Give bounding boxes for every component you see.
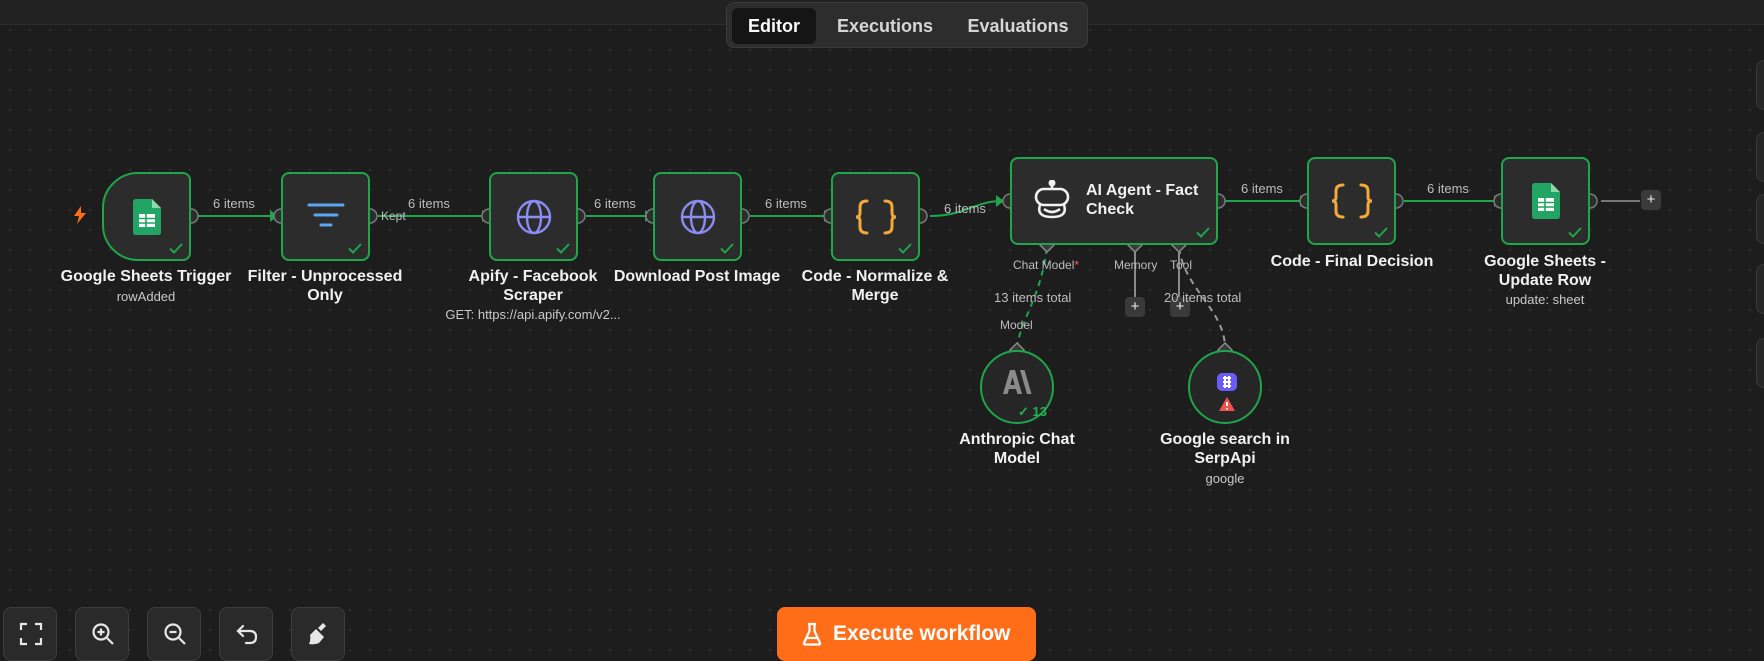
node-label: Apify - Facebook Scraper bbox=[468, 268, 598, 304]
success-check-icon bbox=[556, 243, 570, 254]
connections-layer bbox=[183, 193, 1640, 359]
node-label: Anthropic Chat Model bbox=[959, 431, 1075, 467]
edge-label: 6 items bbox=[944, 201, 986, 216]
anthropic-icon bbox=[1003, 370, 1032, 394]
node-subtitle: rowAdded bbox=[116, 289, 176, 304]
port-memory: Memory bbox=[1114, 258, 1158, 272]
zoom-in-button[interactable] bbox=[75, 607, 129, 661]
add-memory-button[interactable]: + bbox=[1125, 297, 1145, 317]
node-google-search-serpapi[interactable] bbox=[1188, 350, 1262, 424]
edge-label: 6 items bbox=[594, 196, 636, 211]
side-panel-handle[interactable] bbox=[1756, 132, 1764, 182]
node-subtitle: google bbox=[1205, 471, 1245, 486]
edge-label: 6 items bbox=[765, 196, 807, 211]
node-label: Download Post Image bbox=[613, 268, 781, 285]
node-apify-facebook-scraper[interactable] bbox=[489, 172, 578, 261]
code-braces-icon bbox=[855, 199, 896, 234]
fit-view-icon bbox=[19, 622, 43, 646]
node-label: Google Sheets - Update Row bbox=[1484, 253, 1606, 289]
success-check-icon bbox=[1196, 227, 1210, 238]
execute-workflow-button[interactable]: Execute workflow bbox=[777, 607, 1036, 661]
node-label: Code - Normalize & Merge bbox=[801, 268, 949, 304]
zoom-out-icon bbox=[164, 623, 186, 645]
undo-button[interactable] bbox=[219, 607, 273, 661]
node-ai-agent-fact-check[interactable]: AI Agent - Fact Check bbox=[1010, 157, 1218, 245]
edge-label: 6 items bbox=[213, 196, 255, 211]
zoom-in-icon bbox=[92, 623, 114, 645]
node-label: Filter - Unprocessed Only bbox=[247, 268, 403, 304]
edge-label: 6 items bbox=[1427, 181, 1469, 196]
edge-label: 13 items total bbox=[994, 290, 1072, 305]
side-panel-handle[interactable] bbox=[1756, 60, 1764, 110]
globe-icon bbox=[680, 199, 715, 234]
required-marker: * bbox=[1074, 258, 1080, 272]
port-model: Model bbox=[1000, 318, 1033, 332]
port-chat-model: Chat Model* bbox=[1013, 258, 1080, 272]
run-count-badge: ✓ 13 bbox=[1018, 404, 1047, 419]
code-braces-icon bbox=[1331, 183, 1372, 219]
trigger-bolt-icon bbox=[74, 206, 86, 224]
side-panel-handle[interactable] bbox=[1756, 338, 1764, 388]
robot-icon bbox=[1034, 180, 1070, 219]
port-tool: Tool bbox=[1170, 258, 1193, 272]
execute-workflow-label: Execute workflow bbox=[833, 622, 1011, 645]
side-panel-handle[interactable] bbox=[1756, 264, 1764, 314]
node-filter[interactable] bbox=[281, 172, 370, 261]
success-check-icon bbox=[898, 243, 912, 254]
add-node-button[interactable]: + bbox=[1641, 190, 1661, 210]
success-check-icon bbox=[348, 243, 362, 254]
node-subtitle: update: sheet bbox=[1505, 292, 1585, 307]
google-sheets-icon bbox=[132, 198, 161, 235]
google-sheets-icon bbox=[1531, 183, 1560, 219]
filter-icon bbox=[307, 203, 344, 226]
serpapi-icon bbox=[1217, 373, 1237, 391]
node-label: Google search in SerpApi bbox=[1160, 431, 1290, 467]
edge-label: 20 items total bbox=[1164, 290, 1242, 305]
node-subtitle: GET: https://api.apify.com/v2... bbox=[445, 307, 621, 322]
node-anthropic-chat-model[interactable]: ✓ 13 bbox=[980, 350, 1054, 424]
zoom-out-button[interactable] bbox=[147, 607, 201, 661]
flask-icon bbox=[802, 622, 822, 646]
fit-view-button[interactable] bbox=[3, 607, 57, 661]
node-google-sheets-update-row[interactable] bbox=[1501, 157, 1590, 245]
success-check-icon bbox=[1568, 227, 1582, 238]
edge-label: 6 items bbox=[1241, 181, 1283, 196]
globe-icon bbox=[516, 199, 551, 234]
warning-icon bbox=[1219, 397, 1235, 411]
success-check-icon bbox=[720, 243, 734, 254]
node-label: AI Agent - Fact Check bbox=[1086, 182, 1199, 218]
node-label: Google Sheets Trigger bbox=[60, 268, 232, 285]
undo-icon bbox=[236, 624, 258, 645]
edge-output-label: Kept bbox=[381, 209, 406, 223]
node-label: Code - Final Decision bbox=[1270, 253, 1434, 270]
edge-label: 6 items bbox=[408, 196, 450, 211]
node-code-final-decision[interactable] bbox=[1307, 157, 1396, 245]
broom-icon bbox=[309, 623, 326, 645]
success-check-icon bbox=[169, 243, 183, 254]
node-code-normalize-merge[interactable] bbox=[831, 172, 920, 261]
node-google-sheets-trigger[interactable] bbox=[102, 172, 191, 261]
node-download-post-image[interactable] bbox=[653, 172, 742, 261]
clear-execution-button[interactable] bbox=[291, 607, 345, 661]
side-panel-handle[interactable] bbox=[1756, 194, 1764, 244]
success-check-icon bbox=[1374, 227, 1388, 238]
